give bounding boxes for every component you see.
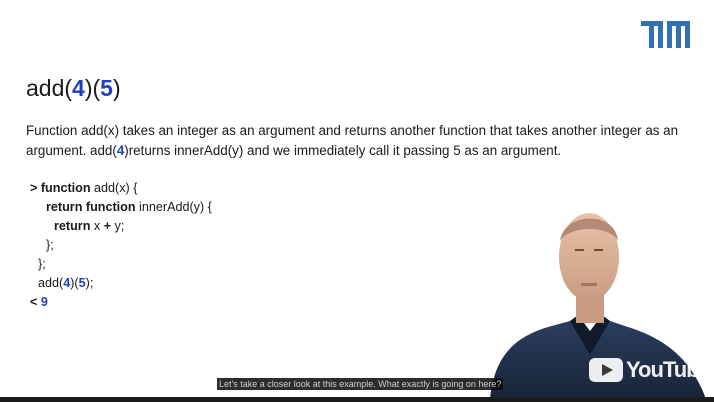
code-text: y;: [111, 219, 125, 233]
code-keyword: function: [40, 181, 91, 195]
youtube-wordmark: YouTube: [626, 357, 711, 382]
tum-logo: [641, 21, 690, 48]
paragraph-text: )returns innerAdd(y) and we immediately …: [124, 143, 562, 158]
code-line-4: };: [30, 236, 212, 255]
code-number: 5: [78, 276, 86, 290]
code-line-2: return function innerAdd(y) {: [30, 198, 212, 217]
code-block: > function add(x) { return function inne…: [30, 179, 212, 312]
code-text: innerAdd(y) {: [135, 200, 212, 214]
code-output-line: < 9: [30, 293, 212, 312]
youtube-play-icon: [589, 358, 623, 382]
title-text: ): [112, 75, 121, 101]
code-text: );: [85, 276, 94, 290]
title-arg-2: 5: [100, 75, 113, 101]
code-keyword: return: [46, 200, 83, 214]
progress-bar[interactable]: [0, 397, 714, 402]
code-text: x: [90, 219, 104, 233]
title-text: )(: [84, 75, 101, 101]
code-text: add(x) {: [90, 181, 138, 195]
code-keyword: function: [85, 200, 136, 214]
slide-title: add(4)(5): [26, 74, 121, 102]
code-line-1: > function add(x) {: [30, 179, 212, 198]
code-text: add(: [38, 276, 64, 290]
code-text: };: [46, 238, 54, 252]
title-text: add(: [26, 75, 73, 101]
video-player[interactable]: add(4)(5) Function add(x) takes an integ…: [0, 0, 714, 402]
code-text: )(: [70, 276, 79, 290]
code-line-5: };: [30, 255, 212, 274]
title-arg-1: 4: [72, 75, 85, 101]
console-output-prompt: <: [30, 295, 41, 309]
slide-paragraph: Function add(x) takes an integer as an a…: [26, 121, 694, 161]
youtube-watermark[interactable]: YouTube: [589, 357, 711, 383]
code-keyword: return: [54, 219, 91, 233]
code-line-6: add(4)(5);: [30, 274, 212, 293]
subtitle-caption: Let's take a closer look at this example…: [217, 378, 504, 390]
code-line-3: return x + y;: [30, 217, 212, 236]
code-operator: +: [103, 219, 112, 233]
console-prompt: >: [30, 181, 41, 195]
code-text: };: [38, 257, 46, 271]
console-output-value: 9: [40, 295, 48, 309]
